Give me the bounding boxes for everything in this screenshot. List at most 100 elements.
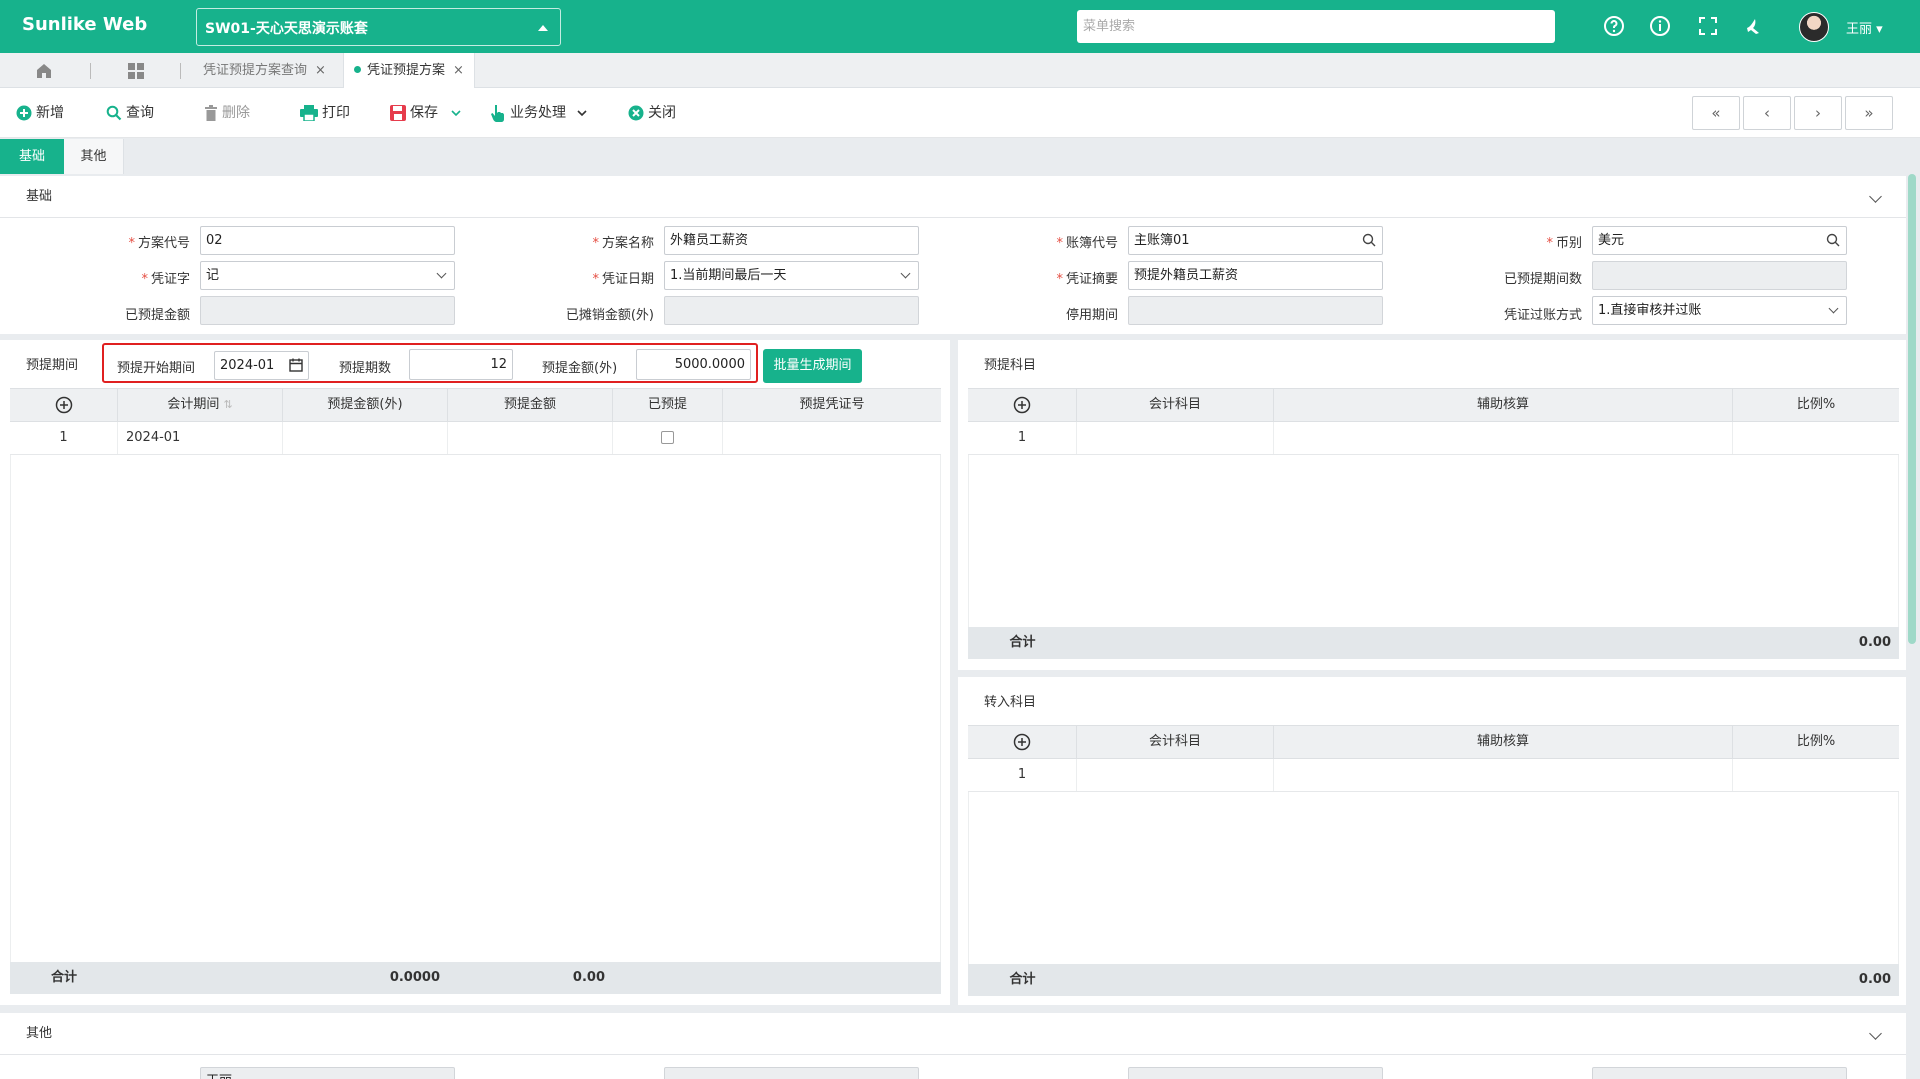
tab-basic[interactable]: 基础 bbox=[0, 139, 64, 174]
row-number: 1 bbox=[968, 759, 1077, 791]
caret-up-icon bbox=[538, 25, 548, 31]
tab-voucher-accrual-query[interactable]: 凭证预提方案查询 × bbox=[193, 53, 336, 88]
ledger-field[interactable]: 主账簿01 bbox=[1128, 226, 1383, 255]
start-period-field[interactable]: 2024-01 bbox=[214, 351, 309, 380]
accrual-amount-cell[interactable] bbox=[448, 422, 613, 454]
batch-generate-button[interactable]: 批量生成期间 bbox=[763, 349, 862, 383]
basic-section-header[interactable]: 基础 bbox=[0, 176, 1906, 218]
next-record-button[interactable]: › bbox=[1794, 96, 1842, 130]
first-record-button[interactable]: « bbox=[1692, 96, 1740, 130]
brand-logo: Sunlike Web bbox=[22, 14, 148, 35]
avatar[interactable] bbox=[1799, 12, 1829, 42]
tab-voucher-accrual-plan[interactable]: 凭证预提方案 × bbox=[343, 53, 475, 88]
home-icon[interactable] bbox=[34, 61, 54, 81]
help-icon[interactable] bbox=[1602, 14, 1626, 38]
user-menu[interactable]: 王丽 ▾ bbox=[1846, 18, 1883, 37]
scrollbar[interactable] bbox=[1908, 174, 1916, 644]
col-accrual-fx: 预提金额(外) bbox=[283, 389, 448, 421]
top-bar: Sunlike Web SW01-天心天思演示账套 王丽 ▾ bbox=[0, 0, 1920, 53]
theme-icon[interactable] bbox=[1743, 14, 1767, 38]
close-button[interactable]: 关闭 bbox=[628, 102, 676, 124]
prev-record-button[interactable]: ‹ bbox=[1743, 96, 1791, 130]
auxiliary-cell[interactable] bbox=[1274, 759, 1733, 791]
period-count-label: 预提期数 bbox=[339, 361, 392, 376]
transfer-total-row: 合计 0.00 bbox=[968, 964, 1899, 996]
voucher-no-cell[interactable] bbox=[723, 422, 941, 454]
voucher-summary-field[interactable]: 预提外籍员工薪资 bbox=[1128, 261, 1383, 290]
creator-field: 王丽 bbox=[200, 1067, 455, 1079]
chevron-down-icon bbox=[900, 268, 911, 279]
print-button[interactable]: 打印 bbox=[300, 102, 350, 124]
period-count-field[interactable]: 12 bbox=[409, 349, 513, 380]
section-tabs: 基础 其他 bbox=[0, 139, 1920, 174]
toolbar: 新增 查询 删除 打印 保存 业务处理 关闭 « ‹ › » bbox=[0, 88, 1920, 138]
floppy-disk-icon bbox=[390, 105, 406, 121]
menu-search-input[interactable] bbox=[1077, 10, 1555, 43]
new-button[interactable]: 新增 bbox=[16, 102, 64, 124]
close-icon[interactable]: × bbox=[453, 63, 464, 78]
plan-code-label: * 方案代号 bbox=[128, 236, 190, 251]
last-record-button[interactable]: » bbox=[1845, 96, 1893, 130]
search-icon[interactable] bbox=[1362, 233, 1376, 247]
accrual-amount-label: 预提金额(外) bbox=[542, 361, 618, 376]
voucher-date-label: * 凭证日期 bbox=[592, 272, 654, 287]
plan-name-label: * 方案名称 bbox=[592, 236, 654, 251]
add-row-button[interactable] bbox=[10, 389, 118, 421]
plan-name-field[interactable]: 外籍员工薪资 bbox=[664, 226, 919, 255]
currency-field[interactable]: 美元 bbox=[1592, 226, 1847, 255]
table-row[interactable]: 1 2024-01 bbox=[10, 422, 941, 455]
account-selector[interactable]: SW01-天心天思演示账套 bbox=[196, 8, 561, 46]
period-title: 预提期间 bbox=[26, 358, 79, 373]
ratio-cell[interactable] bbox=[1733, 422, 1899, 454]
col-period[interactable]: 会计期间 ⇅ bbox=[118, 389, 283, 421]
start-period-label: 预提开始期间 bbox=[117, 361, 196, 376]
sort-icon[interactable]: ⇅ bbox=[223, 398, 232, 411]
period-cell[interactable]: 2024-01 bbox=[118, 422, 283, 454]
auxiliary-cell[interactable] bbox=[1274, 422, 1733, 454]
col-ratio: 比例% bbox=[1796, 734, 1836, 749]
close-icon[interactable]: × bbox=[315, 63, 326, 78]
accrual-grid-header: 会计科目 辅助核算 比例% bbox=[968, 388, 1899, 422]
account-cell[interactable] bbox=[1077, 422, 1274, 454]
amortized-label: 已摊销金额(外) bbox=[565, 308, 654, 323]
fullscreen-icon[interactable] bbox=[1696, 14, 1720, 38]
accrual-fx-cell[interactable] bbox=[283, 422, 448, 454]
tab-other[interactable]: 其他 bbox=[64, 139, 124, 174]
total-label: 合计 bbox=[50, 970, 77, 985]
delete-button[interactable]: 删除 bbox=[204, 102, 250, 124]
info-icon[interactable] bbox=[1648, 14, 1672, 38]
calendar-icon[interactable] bbox=[289, 358, 303, 372]
add-row-button[interactable] bbox=[968, 389, 1077, 421]
accrual-amount-field[interactable]: 5000.0000 bbox=[636, 349, 751, 380]
accrued-checkbox[interactable] bbox=[661, 431, 674, 444]
plan-code-field[interactable]: 02 bbox=[200, 226, 455, 255]
total-label: 合计 bbox=[1009, 972, 1036, 987]
other-field-4 bbox=[1592, 1067, 1847, 1079]
page-tabs-bar: 凭证预提方案查询 × 凭证预提方案 × bbox=[0, 53, 1920, 88]
query-button[interactable]: 查询 bbox=[106, 102, 154, 124]
voucher-word-select[interactable]: 记 bbox=[200, 261, 455, 290]
account-cell[interactable] bbox=[1077, 759, 1274, 791]
row-number: 1 bbox=[10, 422, 118, 454]
hand-pointer-icon bbox=[491, 105, 504, 122]
chevron-down-icon[interactable] bbox=[450, 107, 462, 119]
posting-select[interactable]: 1.直接审核并过账 bbox=[1592, 296, 1847, 325]
other-section-header[interactable]: 其他 bbox=[0, 1013, 1906, 1055]
basic-section: 基础 * 方案代号 02 * 方案名称 外籍员工薪资 * 账簿代号 主账簿01 * 币别… bbox=[0, 176, 1906, 334]
save-button[interactable]: 保存 bbox=[390, 102, 462, 124]
account-name: SW01-天心天思演示账套 bbox=[205, 21, 368, 37]
accrual-total-ratio: 0.00 bbox=[1858, 635, 1891, 650]
period-total-row: 合计 0.0000 0.00 bbox=[10, 962, 941, 994]
accrued-amount-label: 已预提金额 bbox=[124, 308, 190, 323]
accrued-cell[interactable] bbox=[613, 422, 723, 454]
add-row-button[interactable] bbox=[968, 726, 1077, 758]
disable-period-field bbox=[1128, 296, 1383, 325]
ratio-cell[interactable] bbox=[1733, 759, 1899, 791]
ledger-label: * 账簿代号 bbox=[1056, 236, 1118, 251]
table-row[interactable]: 1 bbox=[968, 759, 1899, 792]
table-row[interactable]: 1 bbox=[968, 422, 1899, 455]
business-process-button[interactable]: 业务处理 bbox=[490, 102, 588, 124]
search-icon[interactable] bbox=[1826, 233, 1840, 247]
voucher-date-select[interactable]: 1.当前期间最后一天 bbox=[664, 261, 919, 290]
apps-grid-icon[interactable] bbox=[126, 61, 146, 81]
